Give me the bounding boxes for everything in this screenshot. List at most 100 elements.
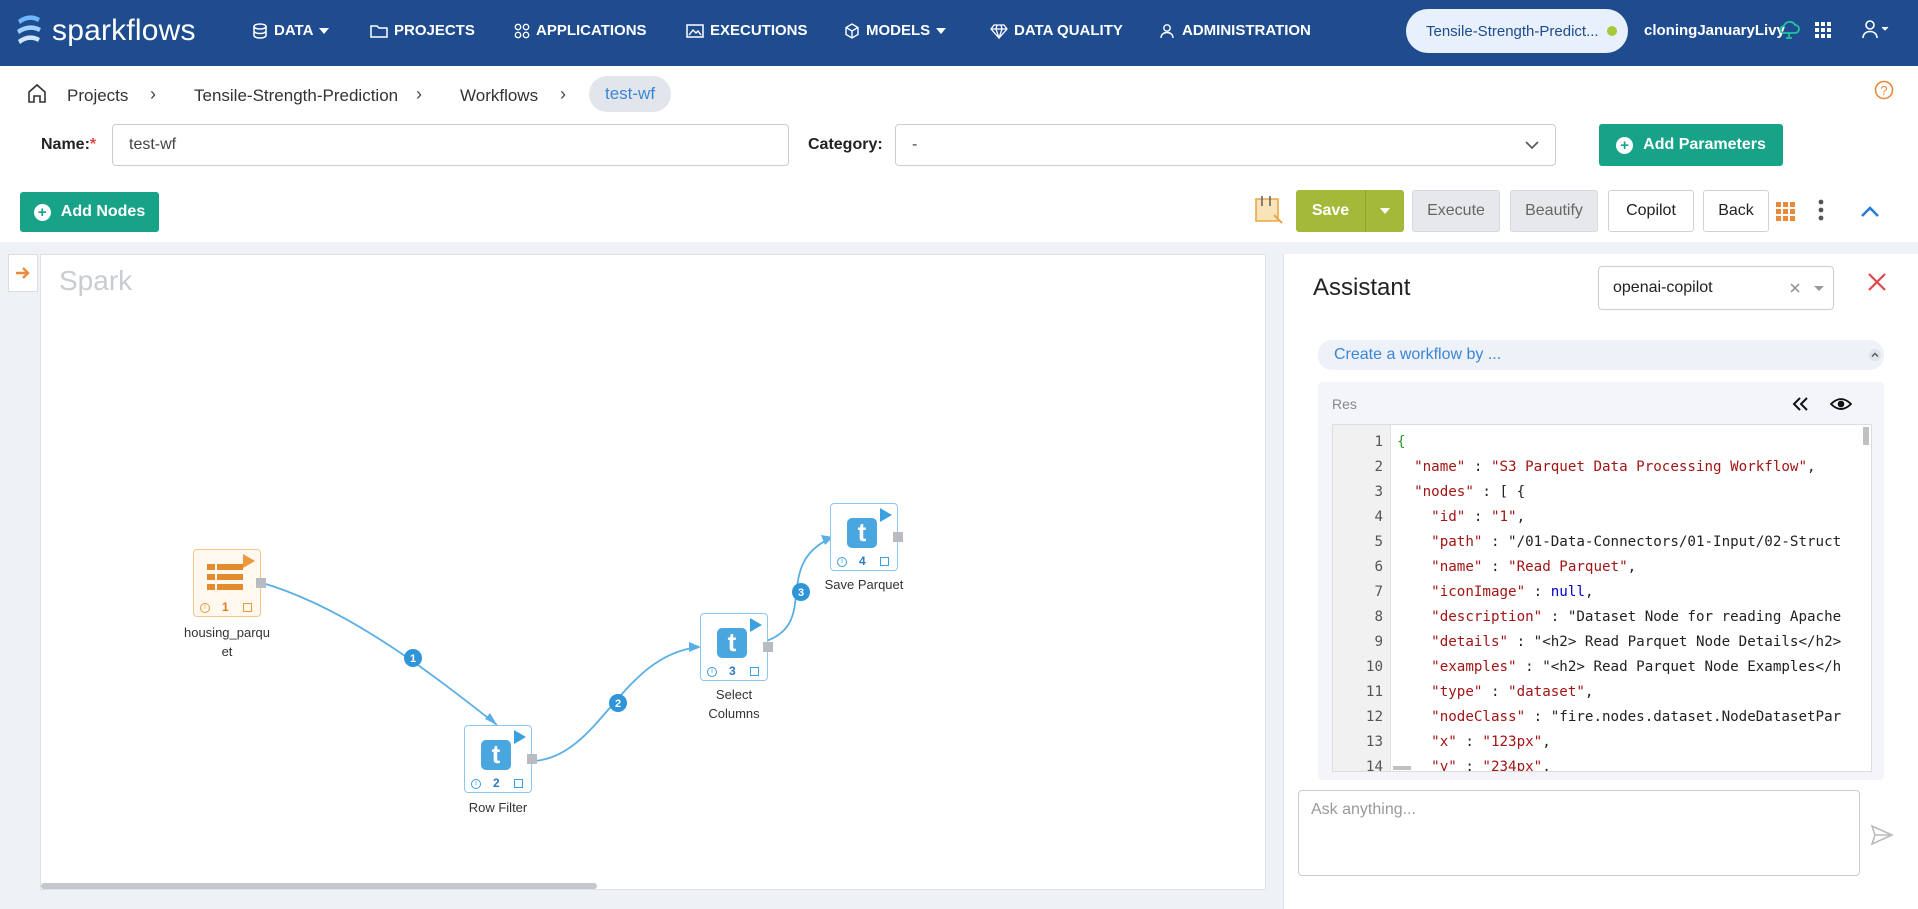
output-port[interactable]	[893, 532, 903, 542]
info-icon[interactable]: i	[471, 779, 481, 789]
chevron-up-icon[interactable]	[1860, 204, 1880, 218]
save-dropdown-toggle[interactable]	[1366, 190, 1404, 232]
nav-data-quality[interactable]: DATA QUALITY	[990, 22, 1123, 39]
notes-icon[interactable]	[1252, 193, 1286, 227]
node-label: Row Filter	[468, 800, 528, 815]
nav-applications[interactable]: APPLICATIONS	[514, 22, 647, 39]
breadcrumb-workflows[interactable]: Workflows	[460, 86, 538, 106]
chevron-right-icon: ›	[416, 84, 422, 104]
caret-down-icon	[319, 27, 330, 34]
code-text: "nodeClass" : "fire.nodes.dataset.NodeDa…	[1431, 708, 1842, 725]
code-text: "path" : "/01-Data-Connectors/01-Input/0…	[1431, 533, 1842, 550]
chevron-up-circle-icon[interactable]	[1868, 348, 1882, 362]
project-selector[interactable]: Tensile-Strength-Predict...	[1406, 9, 1628, 53]
breadcrumb-projects[interactable]: Projects	[67, 86, 128, 106]
run-node-icon[interactable]	[750, 618, 762, 632]
help-icon[interactable]: ?	[1874, 80, 1894, 100]
output-port[interactable]	[256, 578, 266, 588]
code-vertical-scrollbar[interactable]	[1863, 427, 1869, 445]
double-chevron-left-icon[interactable]	[1792, 396, 1810, 412]
workflow-name-input[interactable]: test-wf	[112, 124, 789, 166]
copilot-button[interactable]: Copilot	[1608, 190, 1694, 232]
info-icon[interactable]: i	[707, 667, 717, 677]
home-icon[interactable]	[26, 82, 48, 104]
output-port[interactable]	[763, 642, 773, 652]
send-icon[interactable]	[1870, 824, 1894, 846]
execute-button[interactable]: Execute	[1412, 190, 1500, 232]
grid-view-icon[interactable]	[1776, 202, 1796, 222]
copy-icon[interactable]	[514, 779, 523, 788]
clear-icon[interactable]	[1789, 282, 1801, 294]
copy-icon[interactable]	[750, 667, 759, 676]
node-number: 4	[859, 554, 866, 568]
apps-menu-icon[interactable]	[1815, 22, 1831, 38]
run-node-icon[interactable]	[514, 730, 526, 744]
category-value: -	[912, 136, 918, 153]
cloud-icon[interactable]	[1778, 20, 1800, 40]
output-port[interactable]	[527, 754, 537, 764]
nav-administration[interactable]: ADMINISTRATION	[1160, 22, 1311, 39]
plus-circle-icon: +	[1616, 136, 1634, 154]
caret-down-icon	[936, 27, 947, 34]
image-chart-icon	[686, 23, 704, 38]
workflow-canvas[interactable]: Spark 1 2 3 i 1 housing_parqu et t i 2 R…	[40, 254, 1266, 890]
node-label: Select Columns	[708, 687, 760, 721]
workflow-node-save-parquet[interactable]: t i 4	[830, 503, 903, 571]
canvas-horizontal-scrollbar[interactable]	[41, 883, 597, 889]
required-mark: *	[89, 136, 97, 153]
breadcrumb-project[interactable]: Tensile-Strength-Prediction	[194, 86, 398, 106]
prompt-summary[interactable]: Create a workflow by ...	[1318, 340, 1884, 370]
workflow-node-row-filter[interactable]: t i 2	[464, 725, 537, 793]
save-label: Save	[1296, 190, 1366, 232]
add-nodes-button[interactable]: + Add Nodes	[20, 192, 159, 232]
add-parameters-button[interactable]: + Add Parameters	[1599, 124, 1783, 166]
eye-icon[interactable]	[1830, 396, 1852, 412]
code-line: 3 "nodes" : [ {	[1333, 479, 1525, 504]
nav-data-label: DATA	[274, 22, 314, 39]
back-button[interactable]: Back	[1703, 190, 1769, 232]
edge-badge-2[interactable]: 2	[609, 694, 627, 712]
node-number: 1	[222, 600, 229, 614]
sparkflows-logo[interactable]: sparkflows	[14, 12, 196, 50]
category-select[interactable]: -	[895, 124, 1556, 166]
nav-models[interactable]: MODELS	[844, 22, 947, 39]
name-label: Name:*	[41, 136, 96, 154]
copy-icon[interactable]	[243, 603, 252, 612]
close-icon[interactable]	[1867, 272, 1887, 292]
run-node-icon[interactable]	[880, 508, 892, 522]
node-label: housing_parqu et	[183, 625, 271, 659]
nav-executions[interactable]: EXECUTIONS	[686, 22, 808, 39]
edge-badge-1[interactable]: 1	[404, 649, 422, 667]
save-button[interactable]: Save	[1296, 190, 1404, 232]
ask-input[interactable]: Ask anything...	[1298, 790, 1860, 876]
run-node-icon[interactable]	[243, 554, 255, 568]
beautify-button[interactable]: Beautify	[1510, 190, 1598, 232]
model-select[interactable]: openai-copilot	[1598, 266, 1834, 310]
more-vertical-icon[interactable]	[1818, 199, 1824, 221]
user-menu-icon[interactable]	[1862, 19, 1890, 39]
code-text: "x" : "123px",	[1431, 733, 1551, 750]
node-label: Save Parquet	[824, 577, 904, 592]
info-icon[interactable]: i	[837, 557, 847, 567]
code-line: 5 "path" : "/01-Data-Connectors/01-Input…	[1333, 529, 1841, 554]
caret-down-icon[interactable]	[1813, 285, 1825, 292]
chevron-right-icon: ›	[560, 84, 566, 104]
line-number: 9	[1374, 633, 1383, 650]
nav-data[interactable]: DATA	[252, 22, 330, 39]
line-number: 8	[1374, 608, 1383, 625]
workflow-node-select-columns[interactable]: t i 3	[700, 613, 773, 681]
code-line: 13 "x" : "123px",	[1333, 729, 1551, 754]
line-number: 6	[1374, 558, 1383, 575]
palette-toggle[interactable]	[8, 254, 38, 292]
user-name[interactable]: cloningJanuaryLivy	[1644, 22, 1785, 39]
database-icon	[253, 22, 267, 39]
prompt-summary-text: Create a workflow by ...	[1334, 346, 1502, 363]
code-text: "type" : "dataset",	[1431, 683, 1594, 700]
info-icon[interactable]: i	[200, 603, 210, 613]
copy-icon[interactable]	[880, 557, 889, 566]
nav-projects[interactable]: PROJECTS	[370, 22, 475, 39]
transform-t-icon: t	[717, 628, 747, 658]
nav-data-quality-label: DATA QUALITY	[1014, 22, 1123, 39]
workflow-node-dataset[interactable]: i 1	[193, 549, 266, 617]
json-code-editor[interactable]: 1{2 "name" : "S3 Parquet Data Processing…	[1332, 424, 1872, 772]
